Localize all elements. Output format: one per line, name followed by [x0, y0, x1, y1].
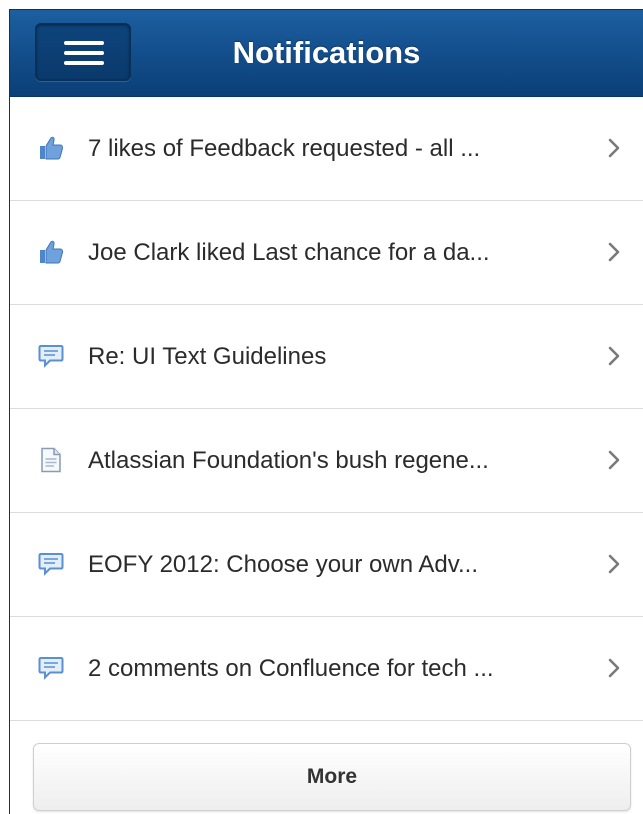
- notification-text: Joe Clark liked Last chance for a da...: [88, 239, 490, 266]
- notification-item[interactable]: Re: UI Text Guidelines: [10, 305, 643, 409]
- top-bar: Notifications: [10, 10, 643, 97]
- document-icon: [41, 447, 61, 473]
- notification-item[interactable]: 2 comments on Confluence for tech ...: [10, 617, 643, 721]
- notification-text: 7 likes of Feedback requested - all ...: [88, 135, 481, 162]
- thumbs-up-icon: [40, 240, 64, 264]
- menu-button[interactable]: [35, 23, 131, 81]
- app-frame: Notifications 7 likes of Feedback reques…: [9, 9, 643, 814]
- comment-icon: [38, 657, 64, 680]
- notification-list: 7 likes of Feedback requested - all ... …: [10, 97, 643, 721]
- more-section: More: [10, 721, 643, 814]
- notification-text: EOFY 2012: Choose your own Adv...: [88, 551, 478, 578]
- notification-item[interactable]: Joe Clark liked Last chance for a da...: [10, 201, 643, 305]
- chevron-right-icon: [608, 658, 620, 678]
- notification-item[interactable]: EOFY 2012: Choose your own Adv...: [10, 513, 643, 617]
- chevron-right-icon: [608, 450, 620, 470]
- notification-item[interactable]: Atlassian Foundation's bush regene...: [10, 409, 643, 513]
- notification-text: Atlassian Foundation's bush regene...: [88, 447, 489, 474]
- more-button[interactable]: More: [33, 743, 631, 811]
- chevron-right-icon: [608, 242, 620, 262]
- page-title: Notifications: [232, 35, 421, 70]
- thumbs-up-icon: [40, 136, 64, 160]
- notification-text: 2 comments on Confluence for tech ...: [88, 655, 494, 682]
- comment-icon: [38, 553, 64, 576]
- notification-item[interactable]: 7 likes of Feedback requested - all ...: [10, 97, 643, 201]
- notification-text: Re: UI Text Guidelines: [88, 343, 327, 370]
- comment-icon: [38, 345, 64, 368]
- chevron-right-icon: [608, 554, 620, 574]
- chevron-right-icon: [608, 346, 620, 366]
- hamburger-menu-icon: [64, 41, 104, 65]
- chevron-right-icon: [608, 138, 620, 158]
